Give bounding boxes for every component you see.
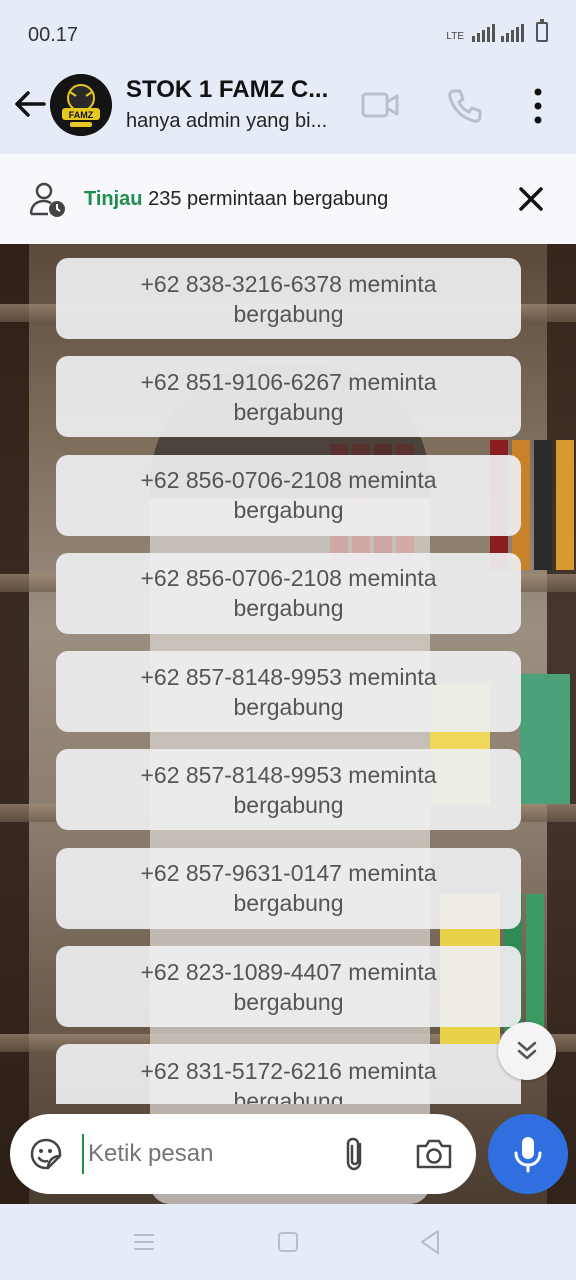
scroll-to-bottom-button[interactable] [498,1022,556,1080]
avatar-text: FAMZ [69,110,94,120]
message-list: +62 838-3216-6378 meminta bergabung +62 … [56,258,521,1122]
group-name[interactable]: STOK 1 FAMZ C... [126,76,328,104]
voice-call-icon[interactable] [444,86,484,126]
status-icons: LTE [446,19,548,42]
more-options-icon[interactable] [524,84,552,128]
signal-icon-2 [501,24,524,42]
review-link[interactable]: Tinjau [84,188,143,210]
recent-apps-icon[interactable] [132,1230,156,1254]
join-requests-banner[interactable]: Tinjau 235 permintaan bergabung [0,154,576,244]
system-message: +62 831-5172-6216 meminta bergabung [56,1044,521,1105]
group-subtitle[interactable]: hanya admin yang bi... [126,110,327,133]
video-call-icon[interactable] [360,88,400,122]
attach-icon[interactable] [338,1134,372,1174]
system-message: +62 838-3216-6378 meminta bergabung [56,258,521,339]
sticker-icon[interactable] [28,1136,64,1172]
system-message: +62 851-9106-6267 meminta bergabung [56,356,521,438]
banner-text: Tinjau 235 permintaan bergabung [84,188,388,211]
nav-back-icon[interactable] [418,1228,442,1256]
group-avatar[interactable]: FAMZ [50,74,112,136]
system-message: +62 856-0706-2108 meminta bergabung [56,454,521,536]
double-chevron-down-icon [517,1041,537,1060]
system-message: +62 857-8148-9953 meminta bergabung [56,749,521,831]
banner-count-text: 235 permintaan bergabung [142,188,389,210]
system-navigation-bar [0,1204,576,1280]
message-input[interactable] [82,1134,322,1174]
message-composer [10,1114,476,1194]
system-message: +62 857-9631-0147 meminta bergabung [56,847,521,929]
chat-header: FAMZ STOK 1 FAMZ C... hanya admin yang b… [0,64,576,154]
microphone-icon [514,1137,542,1173]
status-bar: 00.17 LTE [0,0,576,64]
system-message: +62 857-8148-9953 meminta bergabung [56,651,521,733]
network-type: LTE [446,31,464,42]
camera-icon[interactable] [414,1136,454,1172]
close-icon[interactable] [514,182,548,216]
system-message: +62 856-0706-2108 meminta bergabung [56,552,521,634]
home-icon[interactable] [276,1230,300,1254]
status-time: 00.17 [28,24,79,46]
pending-user-icon [29,182,65,217]
voice-record-button[interactable] [488,1114,568,1194]
battery-icon [536,19,548,42]
back-arrow-icon[interactable] [10,84,50,124]
system-message: +62 823-1089-4407 meminta bergabung [56,946,521,1028]
signal-icon [472,24,495,42]
